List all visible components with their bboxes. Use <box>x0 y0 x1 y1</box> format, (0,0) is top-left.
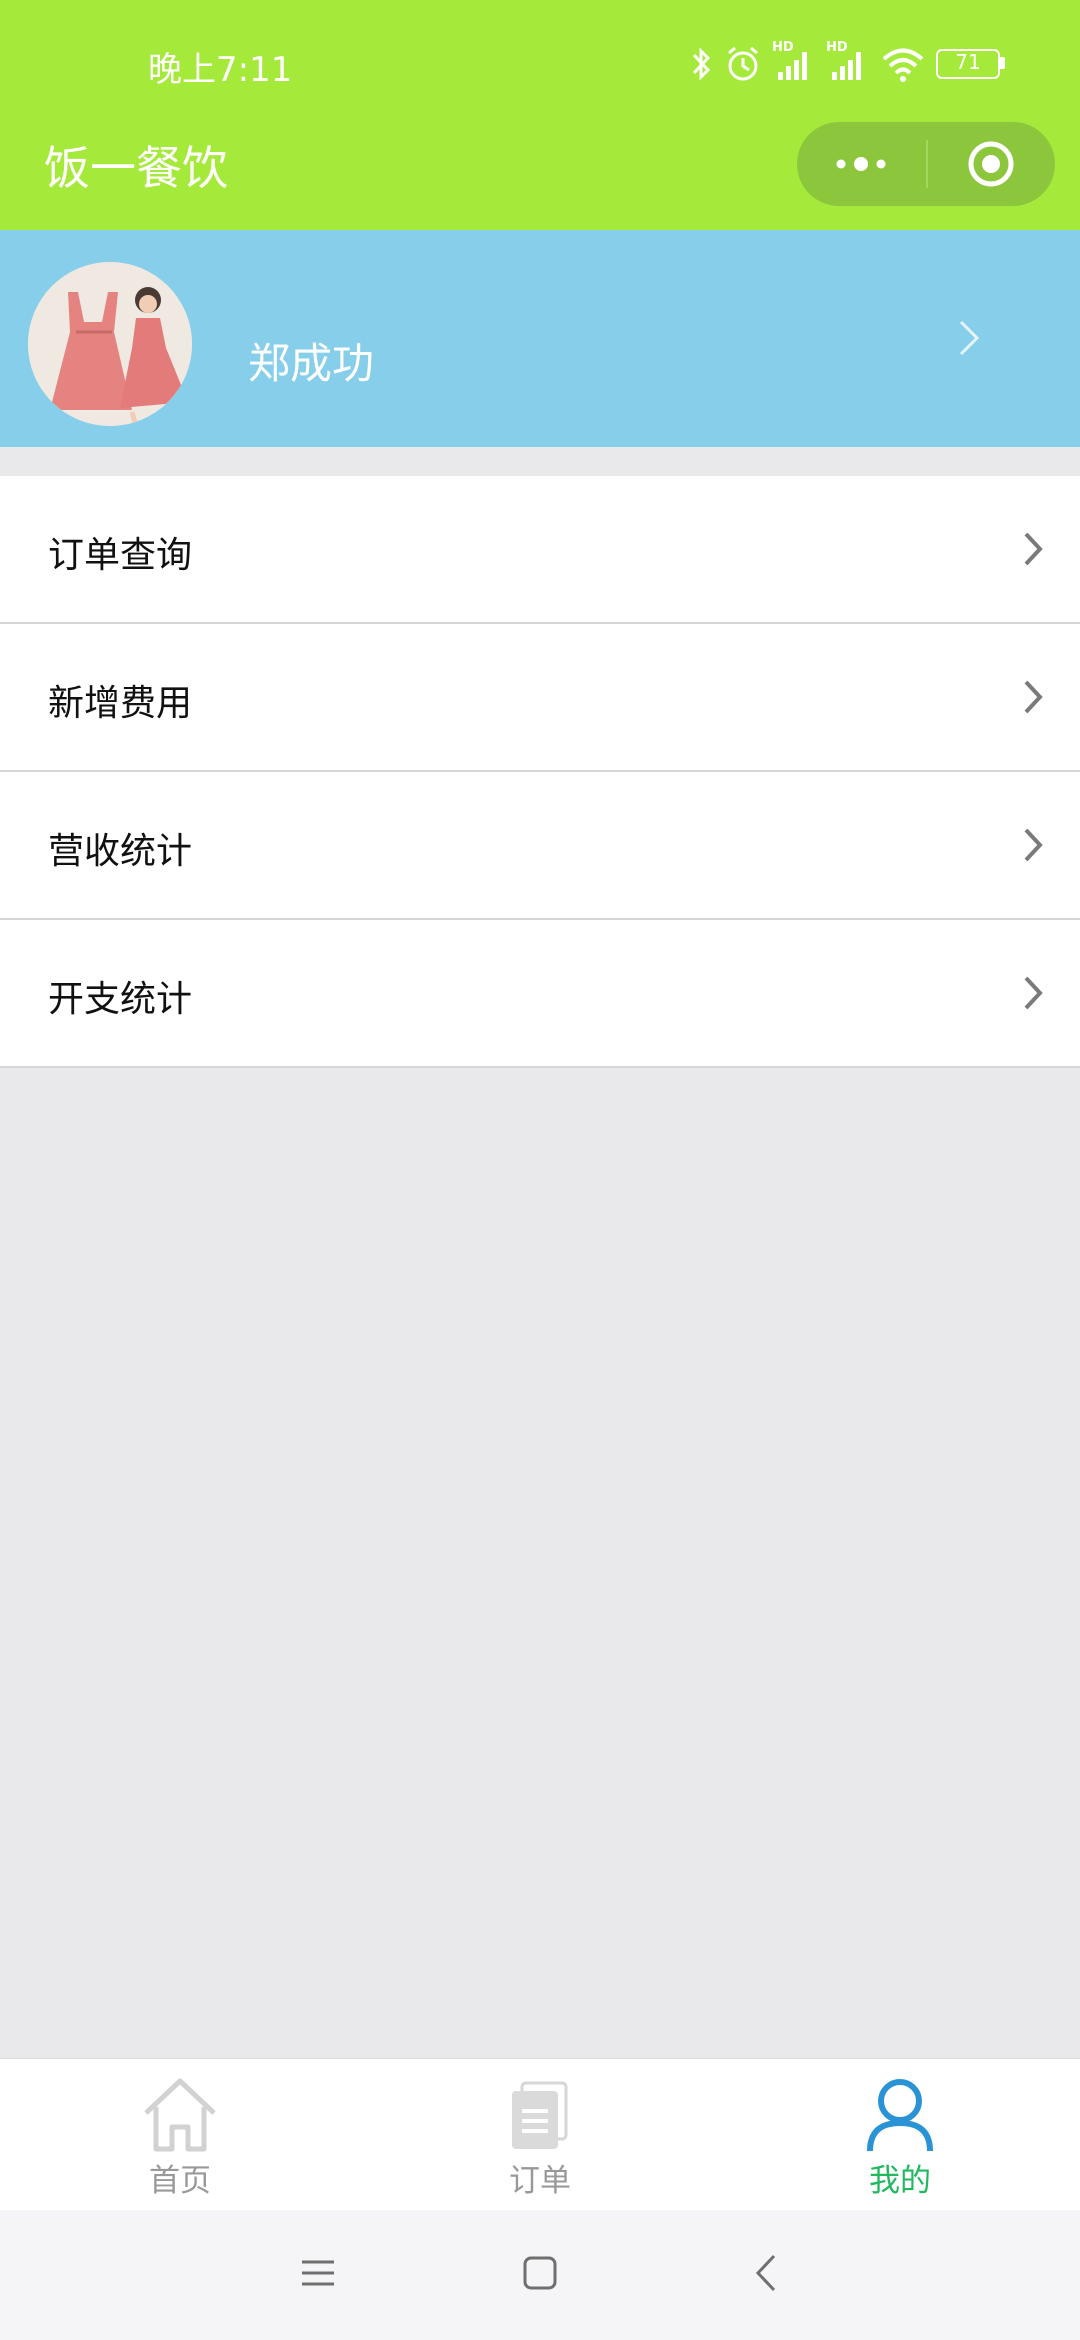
alarm-icon <box>728 46 758 81</box>
user-icon <box>867 2079 933 2152</box>
status-time: 晚上7:11 <box>148 50 293 90</box>
tab-home[interactable]: 首页 <box>0 2059 360 2211</box>
battery-level: 71 <box>955 50 981 74</box>
document-icon <box>512 2081 568 2149</box>
signal-icon <box>778 52 807 80</box>
target-icon <box>968 141 1014 187</box>
menu-item-order-query[interactable]: 订单查询 <box>0 476 1080 624</box>
avatar <box>28 262 192 426</box>
menu-list: 订单查询 新增费用 营收统计 开支统计 <box>0 476 1080 1068</box>
battery-icon: 71 <box>936 49 1006 79</box>
tab-bar: 首页 订单 我的 <box>0 2058 1080 2211</box>
signal-2: HD <box>826 40 870 84</box>
menu-item-label: 新增费用 <box>48 683 193 724</box>
back-icon[interactable] <box>752 2248 782 2298</box>
more-button[interactable] <box>797 122 925 206</box>
signal-1: HD <box>772 40 816 84</box>
menu-item-label: 订单查询 <box>48 535 193 576</box>
menu-item-label: 营收统计 <box>48 831 193 872</box>
chevron-right-icon <box>1024 532 1043 566</box>
menu-item-add-expense[interactable]: 新增费用 <box>0 624 1080 772</box>
tab-orders[interactable]: 订单 <box>360 2059 720 2211</box>
avatar-image <box>28 262 192 426</box>
tab-mine[interactable]: 我的 <box>720 2059 1080 2211</box>
menu-item-revenue-stats[interactable]: 营收统计 <box>0 772 1080 920</box>
wifi-icon <box>882 48 924 82</box>
mini-program-capsule <box>797 122 1055 206</box>
chevron-right-icon <box>1024 828 1043 862</box>
menu-item-expense-stats[interactable]: 开支统计 <box>0 920 1080 1068</box>
home-icon <box>144 2078 216 2152</box>
menu-icon[interactable] <box>300 2248 336 2298</box>
user-name: 郑成功 <box>248 339 375 388</box>
close-button[interactable] <box>927 122 1055 206</box>
bluetooth-icon <box>692 47 711 81</box>
menu-item-label: 开支统计 <box>48 979 193 1020</box>
tab-label: 首页 <box>149 2163 211 2199</box>
chevron-right-icon <box>1024 976 1043 1010</box>
status-icons: HD HD 71 <box>690 40 1006 88</box>
chevron-right-icon <box>1024 680 1043 714</box>
more-dots-icon <box>836 157 886 171</box>
tab-label: 订单 <box>509 2163 571 2199</box>
page-title: 饭一餐饮 <box>44 141 228 195</box>
system-navigation-bar <box>0 2210 1080 2340</box>
chevron-right-icon <box>959 320 980 356</box>
home-square-icon[interactable] <box>522 2248 558 2298</box>
signal-icon <box>832 52 861 80</box>
tab-label: 我的 <box>869 2163 931 2199</box>
